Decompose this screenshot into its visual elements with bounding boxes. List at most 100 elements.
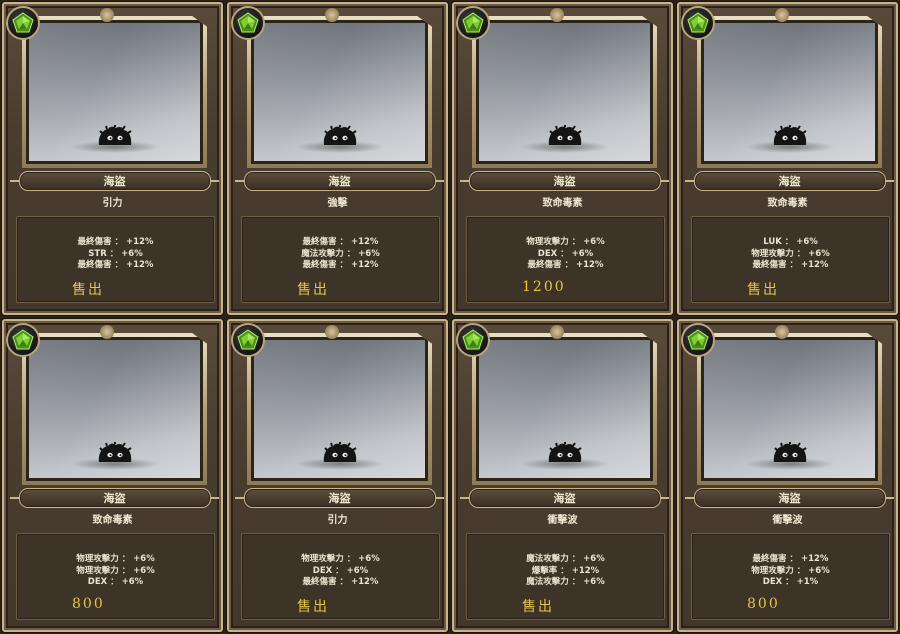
card-stat-line: 最終傷害 ： +12% xyxy=(302,260,379,270)
card-stat-line: 物理攻擊力 ： +6% xyxy=(301,554,380,564)
card[interactable]: 海盜 致命毒素 物理攻擊力 ： +6% 物理攻擊力 ： +6% DEX ： +6% … xyxy=(2,319,223,632)
black-slime-monster-icon xyxy=(323,125,357,145)
card[interactable]: 海盜 引力 物理攻擊力 ： +6% DEX ： +6% 最終傷害 ： +12% 售出 xyxy=(227,319,448,632)
green-pentagon-gem-icon xyxy=(456,323,490,357)
card-stats-panel: 最終傷害 ： +12% 物理攻擊力 ： +6% DEX ： +1% 800 xyxy=(691,533,890,620)
card-name-bar: 海盜 xyxy=(685,170,894,192)
card-stat-lines: 魔法攻擊力 ： +6% 爆擊率 ： +12% 魔法攻擊力 ： +6% xyxy=(467,554,664,589)
card-stat-line: 最終傷害 ： +12% xyxy=(302,237,379,247)
card-class-name: 海盜 xyxy=(103,492,126,505)
card-portrait-frame xyxy=(697,333,882,485)
black-slime-monster-icon xyxy=(773,125,807,145)
frame-ornament xyxy=(100,325,114,339)
card-class-name: 海盜 xyxy=(553,175,576,188)
card-stat-line: 魔法攻擊力 ： +6% xyxy=(526,577,605,587)
frame-ornament xyxy=(775,325,789,339)
black-slime-monster-icon xyxy=(773,442,807,462)
card-stat-lines: 最終傷害 ： +12% 魔法攻擊力 ： +6% 最終傷害 ： +12% xyxy=(242,237,439,272)
card-name-bar: 海盜 xyxy=(460,170,669,192)
card[interactable]: 海盜 強擊 最終傷害 ： +12% 魔法攻擊力 ： +6% 最終傷害 ： +12% … xyxy=(227,2,448,315)
green-pentagon-gem-icon xyxy=(456,6,490,40)
card-portrait xyxy=(254,23,425,161)
frame-ornament xyxy=(325,8,339,22)
black-slime-monster-icon xyxy=(548,442,582,462)
card-grid: 海盜 引力 最終傷害 ： +12% STR ： +6% 最終傷害 ： +12% 售出 xyxy=(0,0,900,634)
green-pentagon-gem-icon xyxy=(6,323,40,357)
card-class-name: 海盜 xyxy=(328,492,351,505)
card-price: 售出 xyxy=(522,599,554,615)
green-pentagon-gem-icon xyxy=(231,323,265,357)
black-slime-monster-icon xyxy=(98,442,132,462)
card-stats-panel: LUK ： +6% 物理攻擊力 ： +6% 最終傷害 ： +12% 售出 xyxy=(691,216,890,303)
card-stat-line: DEX ： +6% xyxy=(312,565,369,576)
card-name-bar: 海盜 xyxy=(235,487,444,509)
card[interactable]: 海盜 致命毒素 物理攻擊力 ： +6% DEX ： +6% 最終傷害 ： +12% … xyxy=(452,2,673,315)
card-skill-name: 引力 xyxy=(102,198,123,209)
card-portrait-frame xyxy=(247,16,432,168)
card-stat-line: 最終傷害 ： +12% xyxy=(302,577,379,587)
green-pentagon-gem-icon xyxy=(681,6,715,40)
card-portrait xyxy=(704,340,875,478)
card-stats-panel: 物理攻擊力 ： +6% DEX ： +6% 最終傷害 ： +12% 售出 xyxy=(241,533,440,620)
card-stat-line: 物理攻擊力 ： +6% xyxy=(526,237,605,247)
card-stat-lines: 最終傷害 ： +12% STR ： +6% 最終傷害 ： +12% xyxy=(17,237,214,272)
card-stat-lines: 物理攻擊力 ： +6% 物理攻擊力 ： +6% DEX ： +6% xyxy=(17,554,214,589)
frame-ornament xyxy=(100,8,114,22)
card-skill-name: 衝擊波 xyxy=(772,515,803,526)
card-stat-line: STR ： +6% xyxy=(88,248,143,259)
black-slime-monster-icon xyxy=(548,125,582,145)
card-portrait-frame xyxy=(247,333,432,485)
card-portrait xyxy=(479,340,650,478)
black-slime-monster-icon xyxy=(323,442,357,462)
card-price: 售出 xyxy=(297,599,329,615)
card[interactable]: 海盜 引力 最終傷害 ： +12% STR ： +6% 最終傷害 ： +12% 售出 xyxy=(2,2,223,315)
card-portrait xyxy=(479,23,650,161)
card-portrait xyxy=(29,340,200,478)
card-price: 800 xyxy=(72,596,105,612)
card-portrait-frame xyxy=(22,333,207,485)
card-portrait xyxy=(29,23,200,161)
card-stat-line: LUK ： +6% xyxy=(763,237,818,247)
card-name-bar: 海盜 xyxy=(235,170,444,192)
card-stat-line: DEX ： +6% xyxy=(537,248,594,259)
card-class-name: 海盜 xyxy=(103,175,126,188)
card-stat-line: 最終傷害 ： +12% xyxy=(752,554,829,564)
black-slime-monster-icon xyxy=(98,125,132,145)
card-stats-panel: 魔法攻擊力 ： +6% 爆擊率 ： +12% 魔法攻擊力 ： +6% 售出 xyxy=(466,533,665,620)
card-class-name: 海盜 xyxy=(328,175,351,188)
card-stats-panel: 最終傷害 ： +12% STR ： +6% 最終傷害 ： +12% 售出 xyxy=(16,216,215,303)
card-price: 售出 xyxy=(72,282,104,298)
card-name-bar: 海盜 xyxy=(10,487,219,509)
card-portrait-frame xyxy=(472,333,657,485)
card-skill-name: 強擊 xyxy=(327,198,348,209)
card[interactable]: 海盜 衝擊波 最終傷害 ： +12% 物理攻擊力 ： +6% DEX ： +1% 8… xyxy=(677,319,898,632)
card-stat-line: 物理攻擊力 ： +6% xyxy=(751,565,830,576)
card-portrait-frame xyxy=(472,16,657,168)
card-skill-name: 引力 xyxy=(327,515,348,526)
card-portrait-frame xyxy=(697,16,882,168)
card[interactable]: 海盜 致命毒素 LUK ： +6% 物理攻擊力 ： +6% 最終傷害 ： +12% … xyxy=(677,2,898,315)
card-portrait xyxy=(254,340,425,478)
card-portrait-frame xyxy=(22,16,207,168)
card-class-name: 海盜 xyxy=(778,175,801,188)
card-stat-line: 最終傷害 ： +12% xyxy=(752,260,829,270)
card-stat-line: 最終傷害 ： +12% xyxy=(527,260,604,270)
card-stat-line: 物理攻擊力 ： +6% xyxy=(76,554,155,564)
card-stat-line: 最終傷害 ： +12% xyxy=(77,237,154,247)
card-portrait xyxy=(704,23,875,161)
card-price: 售出 xyxy=(747,282,779,298)
card-stat-line: 魔法攻擊力 ： +6% xyxy=(301,248,380,259)
card-stats-panel: 物理攻擊力 ： +6% 物理攻擊力 ： +6% DEX ： +6% 800 xyxy=(16,533,215,620)
frame-ornament xyxy=(550,325,564,339)
card-stat-line: DEX ： +1% xyxy=(762,577,819,587)
card-class-name: 海盜 xyxy=(553,492,576,505)
card-skill-name: 致命毒素 xyxy=(767,198,808,209)
card-stat-line: 物理攻擊力 ： +6% xyxy=(76,565,155,576)
card-stat-line: DEX ： +6% xyxy=(87,577,144,587)
card-skill-name: 致命毒素 xyxy=(542,198,583,209)
card-stat-lines: LUK ： +6% 物理攻擊力 ： +6% 最終傷害 ： +12% xyxy=(692,237,889,272)
card-stat-lines: 最終傷害 ： +12% 物理攻擊力 ： +6% DEX ： +1% xyxy=(692,554,889,589)
frame-ornament xyxy=(550,8,564,22)
card[interactable]: 海盜 衝擊波 魔法攻擊力 ： +6% 爆擊率 ： +12% 魔法攻擊力 ： +6% … xyxy=(452,319,673,632)
card-stats-panel: 物理攻擊力 ： +6% DEX ： +6% 最終傷害 ： +12% 1200 xyxy=(466,216,665,303)
